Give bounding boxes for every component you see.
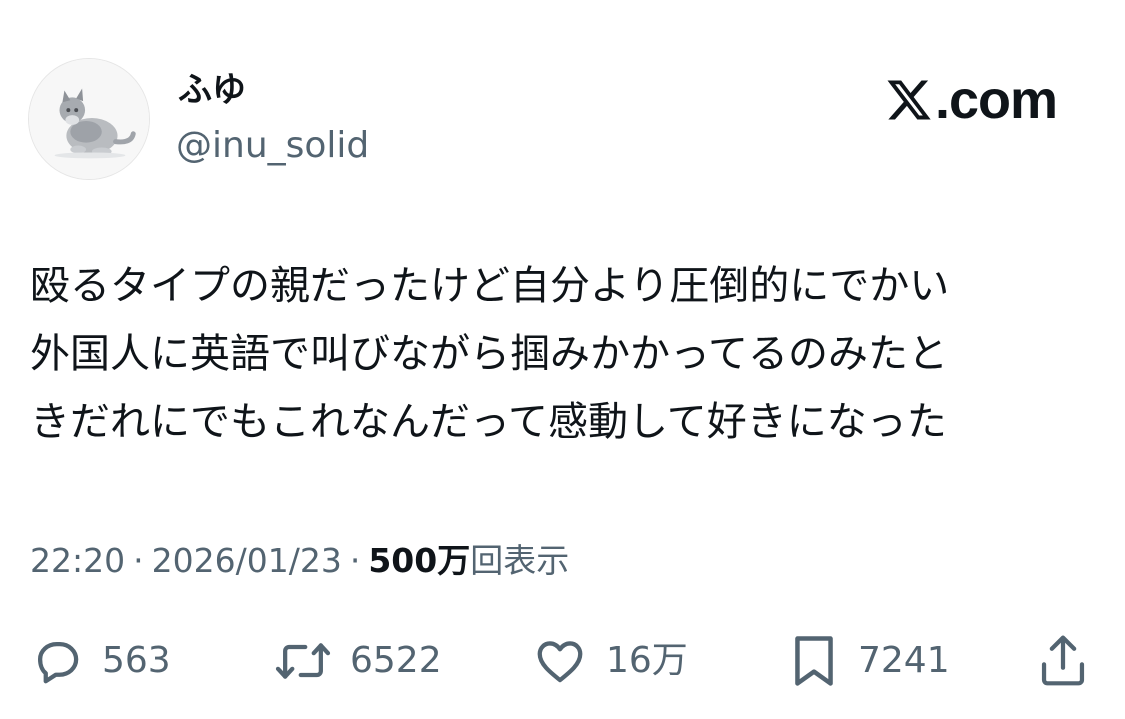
bookmark-button[interactable]: 7241 xyxy=(788,630,950,692)
tweet-text-line: 外国人に英語で叫びながら掴みかかってるのみたと xyxy=(30,331,948,377)
author-handle[interactable]: @inu_solid xyxy=(176,124,369,168)
reply-bubble-icon xyxy=(37,641,79,684)
tweet-text: 殴るタイプの親だったけど自分より圧倒的にでかい 外国人に英語で叫びながら掴みかか… xyxy=(30,252,1100,456)
views-label: 回表示 xyxy=(470,541,570,580)
x-logo-icon xyxy=(887,80,931,120)
bookmark-icon xyxy=(795,636,833,686)
repost-button[interactable]: 6522 xyxy=(274,630,442,692)
tweet-meta: 22:20 · 2026/01/23 · 500万回表示 xyxy=(30,538,569,584)
tweet-text-line: 殴るタイプの親だったけど自分より圧倒的にでかい xyxy=(30,263,950,309)
meta-separator: · xyxy=(133,541,144,580)
brand-watermark: .com xyxy=(885,70,1058,130)
author-avatar[interactable] xyxy=(28,58,150,180)
repost-icon xyxy=(275,643,331,679)
tweet-date[interactable]: 2026/01/23 xyxy=(152,541,342,580)
tweet-card: ふゆ @inu_solid .com 殴るタイプの親だったけど自分より圧倒的にで… xyxy=(0,0,1125,719)
action-bar: 563 6522 16万 7241 xyxy=(30,630,1090,692)
share-button[interactable] xyxy=(1036,630,1090,692)
reply-count: 563 xyxy=(102,640,171,681)
heart-icon xyxy=(537,641,583,683)
views-count[interactable]: 500万 xyxy=(368,541,470,580)
reply-button[interactable]: 563 xyxy=(30,630,171,692)
share-icon xyxy=(1041,635,1085,686)
bookmark-count: 7241 xyxy=(858,640,950,681)
repost-count: 6522 xyxy=(350,640,442,681)
brand-domain-text: .com xyxy=(934,70,1058,130)
tweet-text-line: きだれにでもこれなんだって感動して好きになった xyxy=(30,399,947,445)
like-button[interactable]: 16万 xyxy=(532,630,688,692)
like-count: 16万 xyxy=(606,640,688,681)
cat-avatar-icon xyxy=(29,59,149,179)
author-display-name[interactable]: ふゆ xyxy=(178,70,246,110)
meta-separator: · xyxy=(349,541,361,580)
tweet-time[interactable]: 22:20 xyxy=(30,541,125,580)
